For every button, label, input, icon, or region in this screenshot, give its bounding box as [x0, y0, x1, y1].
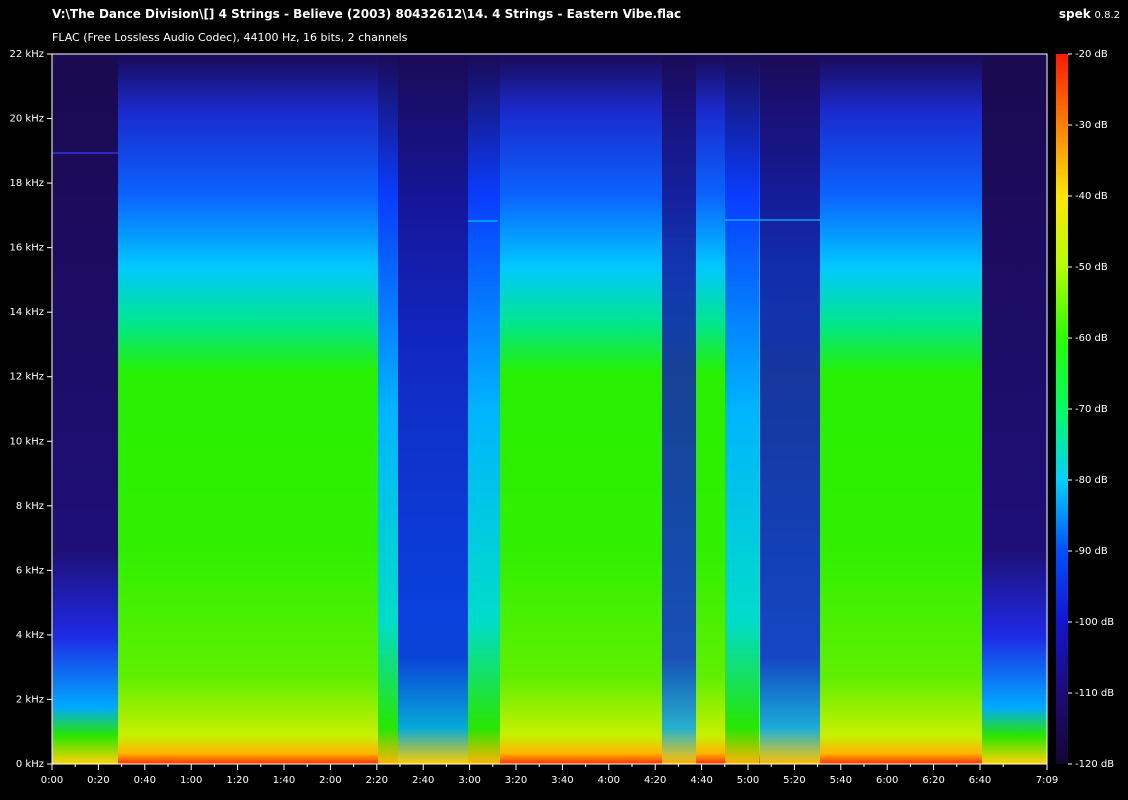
db-color-scale — [1056, 54, 1068, 764]
time-tick-label: 4:40 — [690, 775, 712, 786]
time-tick-label: 2:00 — [319, 775, 341, 786]
time-tick-label: 1:20 — [226, 775, 248, 786]
freq-tick-label: 4 kHz — [16, 630, 44, 641]
freq-tick-label: 18 kHz — [10, 178, 44, 189]
time-tick-label: 2:40 — [412, 775, 434, 786]
freq-tick-label: 10 kHz — [10, 436, 44, 447]
level-tick-label: -100 dB — [1075, 617, 1114, 628]
time-tick-label: 2:20 — [366, 775, 388, 786]
time-tick-label: 3:40 — [551, 775, 573, 786]
time-tick-label: 5:20 — [783, 775, 805, 786]
level-axis: -20 dB -30 dB -40 dB -50 dB -60 dB -70 dB -80 … — [1068, 49, 1114, 770]
time-tick-label: 4:20 — [644, 775, 666, 786]
level-tick-label: -30 dB — [1075, 120, 1108, 131]
level-tick-label: -110 dB — [1075, 688, 1114, 699]
time-tick-label: 0:40 — [134, 775, 156, 786]
level-tick-label: -80 dB — [1075, 475, 1108, 486]
time-tick-label: 1:40 — [273, 775, 295, 786]
freq-tick-label: 14 kHz — [10, 307, 44, 318]
time-tick-label: 5:00 — [737, 775, 759, 786]
time-tick-label: 4:00 — [598, 775, 620, 786]
level-tick-label: -40 dB — [1075, 191, 1108, 202]
freq-tick-label: 0 kHz — [16, 759, 44, 770]
freq-tick-label: 6 kHz — [16, 565, 44, 576]
time-axis: 0:00 0:20 0:40 1:00 1:20 1:40 2:00 2:20 2:40 3:00… — [41, 764, 1058, 786]
time-tick-label: 0:20 — [87, 775, 109, 786]
freq-tick-label: 12 kHz — [10, 372, 44, 383]
time-tick-label: 7:09 — [1036, 775, 1058, 786]
time-tick-label: 6:00 — [876, 775, 898, 786]
time-tick-label: 6:20 — [922, 775, 944, 786]
level-tick-label: -120 dB — [1075, 759, 1114, 770]
freq-tick-label: 8 kHz — [16, 501, 44, 512]
frequency-axis: 22 kHz 20 kHz 18 kHz 16 kHz 14 kHz 12 kHz 10 k… — [10, 49, 52, 770]
time-tick-label: 1:00 — [180, 775, 202, 786]
level-tick-label: -70 dB — [1075, 404, 1108, 415]
level-tick-label: -20 dB — [1075, 49, 1108, 60]
freq-tick-label: 16 kHz — [10, 243, 44, 254]
spectrogram-image — [52, 54, 1047, 764]
time-tick-label: 3:20 — [505, 775, 527, 786]
level-tick-label: -60 dB — [1075, 333, 1108, 344]
level-tick-label: -50 dB — [1075, 262, 1108, 273]
freq-tick-label: 22 kHz — [10, 49, 44, 60]
spectrogram-view[interactable]: 22 kHz 20 kHz 18 kHz 16 kHz 14 kHz 12 kHz 10 k… — [0, 0, 1128, 800]
time-tick-label: 0:00 — [41, 775, 63, 786]
level-tick-label: -90 dB — [1075, 546, 1108, 557]
time-tick-label: 3:00 — [458, 775, 480, 786]
freq-tick-label: 20 kHz — [10, 114, 44, 125]
freq-tick-label: 2 kHz — [16, 694, 44, 705]
time-tick-label: 6:40 — [969, 775, 991, 786]
time-tick-label: 5:40 — [830, 775, 852, 786]
